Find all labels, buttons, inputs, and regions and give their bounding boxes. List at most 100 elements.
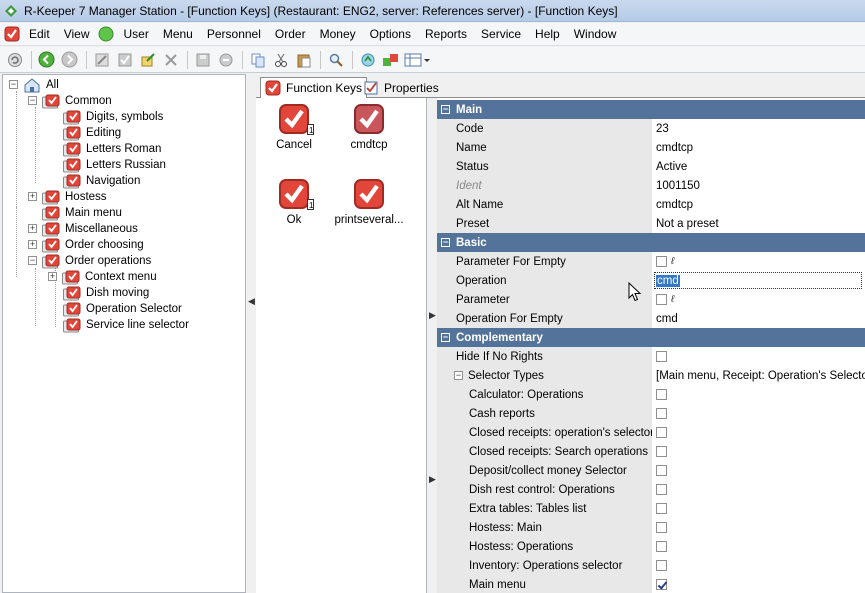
- prop-value[interactable]: Active: [653, 157, 865, 176]
- prop-value[interactable]: cmdtcp: [653, 138, 865, 157]
- view-icon[interactable]: [403, 49, 431, 70]
- prop-row-selector-sub[interactable]: Main menu: [437, 575, 865, 593]
- prop-value[interactable]: [653, 347, 865, 366]
- checkbox[interactable]: [656, 484, 667, 495]
- tree-node-navigation[interactable]: Navigation: [63, 173, 142, 189]
- chevron-left-icon[interactable]: ◀: [248, 296, 255, 307]
- tree-node-order-choosing[interactable]: + Order choosing: [28, 237, 146, 253]
- prop-row-selector-sub[interactable]: Closed receipts: Search operations: [437, 442, 865, 461]
- expand-icon[interactable]: +: [28, 240, 37, 249]
- checkbox[interactable]: [656, 408, 667, 419]
- operation-input[interactable]: cmd: [654, 272, 862, 289]
- menu-user[interactable]: User: [116, 27, 155, 41]
- check-icon[interactable]: [114, 49, 135, 70]
- prop-row-status[interactable]: Status Active: [437, 157, 865, 176]
- paste-icon[interactable]: [293, 49, 314, 70]
- prop-value[interactable]: ℓ: [653, 290, 865, 309]
- delete-icon[interactable]: [160, 49, 181, 70]
- move-icon[interactable]: [380, 49, 401, 70]
- prop-row-preset[interactable]: Preset Not a preset: [437, 214, 865, 233]
- prop-row-code[interactable]: Code 23: [437, 119, 865, 138]
- prop-row-operation-for-empty[interactable]: Operation For Empty cmd: [437, 309, 865, 328]
- collapse-icon[interactable]: −: [28, 256, 37, 265]
- tree-node-main-menu[interactable]: Main menu: [42, 205, 124, 221]
- prop-value[interactable]: [Main menu, Receipt: Operation's Selecto…: [653, 366, 865, 385]
- chevron-right-icon[interactable]: ▶: [429, 310, 436, 321]
- prop-row-name[interactable]: Name cmdtcp: [437, 138, 865, 157]
- menu-order[interactable]: Order: [268, 27, 313, 41]
- chevron-right-icon[interactable]: ▶: [429, 474, 436, 485]
- category-main[interactable]: − Main: [437, 100, 865, 119]
- tree-node-dish-moving[interactable]: Dish moving: [63, 285, 151, 301]
- prop-row-ident[interactable]: Ident 1001150: [437, 176, 865, 195]
- function-key-cancel[interactable]: 1 Cancel: [253, 103, 335, 151]
- prop-row-parameter[interactable]: Parameter ℓ: [437, 290, 865, 309]
- menu-money[interactable]: Money: [313, 27, 363, 41]
- tree-node-letters-russian[interactable]: Letters Russian: [63, 157, 168, 173]
- category-complementary[interactable]: − Complementary: [437, 328, 865, 347]
- prop-value[interactable]: cmd: [653, 271, 865, 290]
- menu-view[interactable]: View: [57, 27, 97, 41]
- prop-row-selector-sub[interactable]: Deposit/collect money Selector: [437, 461, 865, 480]
- prop-row-selector-sub[interactable]: Hostess: Main: [437, 518, 865, 537]
- tree-node-service-line-selector[interactable]: Service line selector: [63, 317, 191, 333]
- prop-row-selector-types[interactable]: − Selector Types [Main menu, Receipt: Oper…: [437, 366, 865, 385]
- collapse-icon[interactable]: −: [441, 238, 450, 247]
- green-circle-icon[interactable]: [98, 26, 114, 42]
- export-icon[interactable]: [137, 49, 158, 70]
- category-basic[interactable]: − Basic: [437, 233, 865, 252]
- cancel-icon[interactable]: [215, 49, 236, 70]
- tree-node-common[interactable]: − Common: [28, 93, 114, 109]
- checkbox[interactable]: [656, 503, 667, 514]
- function-key-ok[interactable]: 1 Ok: [253, 178, 335, 226]
- tree-node-context-menu[interactable]: + Context menu: [48, 269, 159, 285]
- collapse-icon[interactable]: −: [441, 105, 450, 114]
- checkbox[interactable]: [656, 294, 667, 305]
- prop-value[interactable]: [653, 442, 865, 461]
- prop-value[interactable]: 23: [653, 119, 865, 138]
- cut-icon[interactable]: [270, 49, 291, 70]
- save-icon[interactable]: [192, 49, 213, 70]
- tree-node-digits[interactable]: Digits, symbols: [63, 109, 165, 125]
- prop-value[interactable]: [653, 423, 865, 442]
- tab-properties[interactable]: Properties: [360, 77, 443, 98]
- prop-row-selector-sub[interactable]: Hostess: Operations: [437, 537, 865, 556]
- left-splitter[interactable]: ◀: [246, 74, 256, 593]
- menu-window[interactable]: Window: [567, 27, 624, 41]
- checkbox[interactable]: [656, 465, 667, 476]
- prop-value[interactable]: [653, 556, 865, 575]
- prop-row-selector-sub[interactable]: Inventory: Operations selector: [437, 556, 865, 575]
- tree-node-hostess[interactable]: + Hostess: [28, 189, 109, 205]
- prop-row-parameter-for-empty[interactable]: Parameter For Empty ℓ: [437, 252, 865, 271]
- checkbox[interactable]: [656, 256, 667, 267]
- prop-value[interactable]: [653, 461, 865, 480]
- checkbox-checked[interactable]: [656, 579, 667, 590]
- tree-node-order-operations[interactable]: − Order operations: [28, 253, 153, 269]
- prop-row-selector-sub[interactable]: Closed receipts: operation's selector: [437, 423, 865, 442]
- prop-row-operation[interactable]: Operation cmd: [437, 271, 865, 290]
- prop-value[interactable]: ℓ: [653, 252, 865, 271]
- prop-row-selector-sub[interactable]: Extra tables: Tables list: [437, 499, 865, 518]
- prop-value[interactable]: cmdtcp: [653, 195, 865, 214]
- prop-value[interactable]: [653, 480, 865, 499]
- menu-reports[interactable]: Reports: [418, 27, 474, 41]
- checkbox[interactable]: [656, 389, 667, 400]
- menu-edit[interactable]: Edit: [22, 27, 57, 41]
- tree-node-all[interactable]: − All: [9, 77, 61, 93]
- prop-value[interactable]: cmd: [653, 309, 865, 328]
- tab-function-keys[interactable]: Function Keys: [260, 77, 368, 99]
- prop-value[interactable]: [653, 499, 865, 518]
- expand-icon[interactable]: +: [28, 224, 37, 233]
- checkbox[interactable]: [656, 522, 667, 533]
- edit-icon[interactable]: [91, 49, 112, 70]
- menu-options[interactable]: Options: [363, 27, 418, 41]
- function-key-cmdtcp[interactable]: cmdtcp: [328, 103, 410, 151]
- collapse-icon[interactable]: −: [28, 96, 37, 105]
- tree-node-miscellaneous[interactable]: + Miscellaneous: [28, 221, 140, 237]
- tree-node-letters-roman[interactable]: Letters Roman: [63, 141, 163, 157]
- prop-value[interactable]: [653, 385, 865, 404]
- prop-value[interactable]: Not a preset: [653, 214, 865, 233]
- prop-value[interactable]: [653, 404, 865, 423]
- prop-row-selector-sub[interactable]: Calculator: Operations: [437, 385, 865, 404]
- collapse-icon[interactable]: −: [454, 371, 463, 380]
